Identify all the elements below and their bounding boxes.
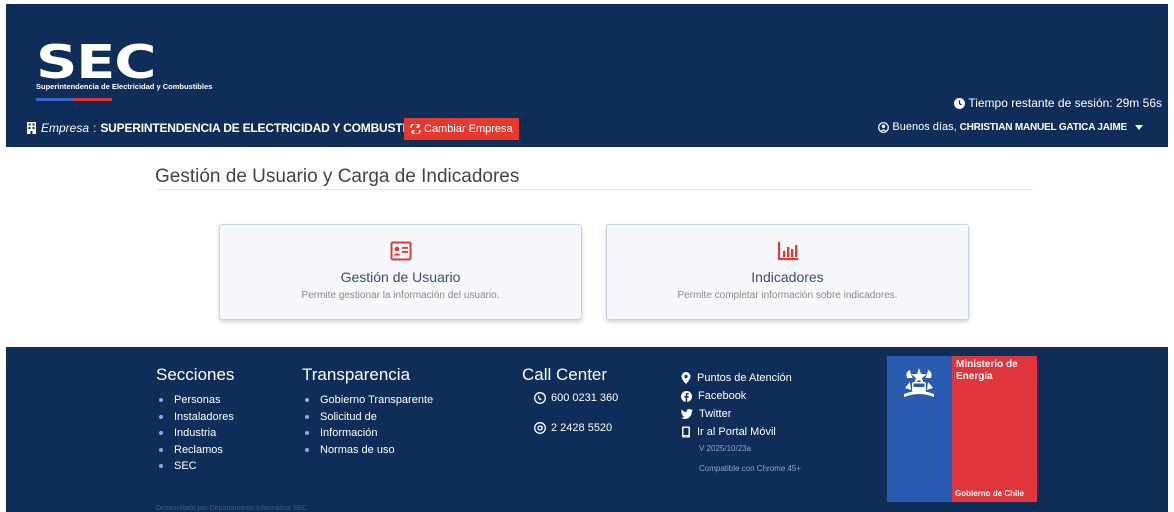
chevron-down-icon bbox=[1135, 124, 1143, 130]
footer-link-instaladores[interactable]: Instaladores bbox=[156, 409, 234, 426]
footer-link-reclamos[interactable]: Reclamos bbox=[156, 442, 234, 459]
footer-link-personas[interactable]: Personas bbox=[156, 392, 234, 409]
call-center-section: Call Center 600 0231 360 2 2428 5520 bbox=[522, 365, 618, 434]
empresa-info: Empresa : SUPERINTENDENCIA DE ELECTRICID… bbox=[26, 121, 437, 135]
compat-text: Compatible con Chrome 45+ bbox=[699, 464, 802, 473]
logo-text: SEC bbox=[36, 35, 156, 89]
link-facebook[interactable]: Facebook bbox=[681, 387, 801, 405]
empresa-name: SUPERINTENDENCIA DE ELECTRICIDAD Y COMBU… bbox=[100, 121, 437, 135]
footer-link-industria[interactable]: Industria bbox=[156, 425, 234, 442]
coat-of-arms-icon bbox=[901, 364, 937, 400]
footer-link-normas[interactable]: Normas de uso bbox=[302, 442, 433, 459]
footer-link-informacion[interactable]: Información bbox=[302, 425, 433, 442]
footer-links: Puntos de Atención Facebook Twitter Ir a… bbox=[681, 369, 801, 477]
link-label: Puntos de Atención bbox=[697, 372, 792, 384]
logo-underline bbox=[36, 98, 112, 101]
mobile-icon bbox=[681, 426, 691, 438]
session-timer-text: Tiempo restante de sesión: 29m 56s bbox=[968, 96, 1162, 110]
bar-chart-icon bbox=[777, 241, 799, 261]
page-title: Gestión de Usuario y Carga de Indicadore… bbox=[155, 166, 520, 187]
cambiar-empresa-button[interactable]: Cambiar Empresa bbox=[404, 118, 519, 140]
indicadores-card[interactable]: Indicadores Permite completar informació… bbox=[606, 224, 969, 320]
logo-subtitle: Superintendencia de Electricidad y Combu… bbox=[36, 82, 213, 91]
building-icon bbox=[26, 122, 37, 134]
call-center-title: Call Center bbox=[522, 365, 608, 384]
card-title: Indicadores bbox=[751, 269, 824, 285]
greeting-text: Buenos días, bbox=[892, 121, 957, 133]
link-label: Facebook bbox=[698, 390, 747, 402]
user-name: CHRISTIAN MANUEL GATICA JAIME bbox=[959, 121, 1128, 133]
twitter-icon bbox=[681, 409, 693, 419]
session-timer: Tiempo restante de sesión: 29m 56s bbox=[954, 96, 1162, 110]
secciones-section: Secciones Personas Instaladores Industri… bbox=[156, 365, 234, 475]
phone-number-2: 2 2428 5520 bbox=[551, 422, 613, 434]
card-description: Permite completar información sobre indi… bbox=[677, 290, 898, 301]
phone-number-1: 600 0231 360 bbox=[551, 392, 619, 404]
link-label: Twitter bbox=[699, 408, 732, 420]
transparencia-section: Transparencia Gobierno Transparente Soli… bbox=[302, 365, 433, 458]
phone-line-2[interactable]: 2 2428 5520 bbox=[534, 422, 618, 434]
link-label: Ir al Portal Móvil bbox=[697, 426, 776, 438]
gestion-usuario-card[interactable]: Gestión de Usuario Permite gestionar la … bbox=[219, 224, 582, 320]
user-menu[interactable]: Buenos días, CHRISTIAN MANUEL GATICA JAI… bbox=[878, 121, 1143, 133]
card-description: Permite gestionar la información del usu… bbox=[301, 290, 500, 301]
empresa-separator: : bbox=[93, 121, 97, 135]
phone-line-1[interactable]: 600 0231 360 bbox=[534, 392, 618, 404]
developer-credit: Desarrollado por Departamento Informátic… bbox=[156, 505, 307, 512]
clock-icon bbox=[954, 97, 966, 109]
at-sign-icon bbox=[534, 422, 546, 434]
gobierno-de-chile-logo[interactable]: Ministerio de Energía Gobierno de Chile bbox=[887, 356, 1037, 502]
footer-link-solicitud[interactable]: Solicitud de bbox=[302, 409, 433, 426]
swap-icon bbox=[410, 124, 421, 134]
user-circle-icon bbox=[878, 121, 890, 133]
title-divider bbox=[155, 189, 1033, 190]
sec-logo[interactable]: SEC Superintendencia de Electricidad y C… bbox=[36, 35, 266, 101]
link-puntos-atencion[interactable]: Puntos de Atención bbox=[681, 369, 801, 387]
transparencia-title: Transparencia bbox=[302, 365, 411, 384]
gobierno-label: Gobierno de Chile bbox=[955, 489, 1024, 498]
link-twitter[interactable]: Twitter bbox=[681, 405, 801, 423]
user-card-icon bbox=[390, 241, 412, 261]
footer-link-sec[interactable]: SEC bbox=[156, 458, 234, 475]
gob-blue-panel bbox=[887, 356, 952, 502]
facebook-icon bbox=[681, 390, 692, 402]
link-portal-movil[interactable]: Ir al Portal Móvil bbox=[681, 423, 801, 441]
phone-icon bbox=[534, 392, 546, 404]
map-pin-icon bbox=[681, 372, 691, 384]
top-header: SEC Superintendencia de Electricidad y C… bbox=[6, 4, 1168, 147]
cambiar-empresa-label: Cambiar Empresa bbox=[424, 123, 513, 135]
secciones-title: Secciones bbox=[156, 365, 235, 384]
version-text: V 2025/10/23a bbox=[699, 444, 752, 453]
empresa-label: Empresa bbox=[41, 121, 90, 135]
footer-link-gobierno-transparente[interactable]: Gobierno Transparente bbox=[302, 392, 433, 409]
footer: Secciones Personas Instaladores Industri… bbox=[6, 347, 1168, 512]
gob-red-panel: Ministerio de Energía Gobierno de Chile bbox=[952, 356, 1037, 502]
card-title: Gestión de Usuario bbox=[340, 269, 461, 285]
ministry-name: Ministerio de Energía bbox=[956, 359, 1018, 382]
